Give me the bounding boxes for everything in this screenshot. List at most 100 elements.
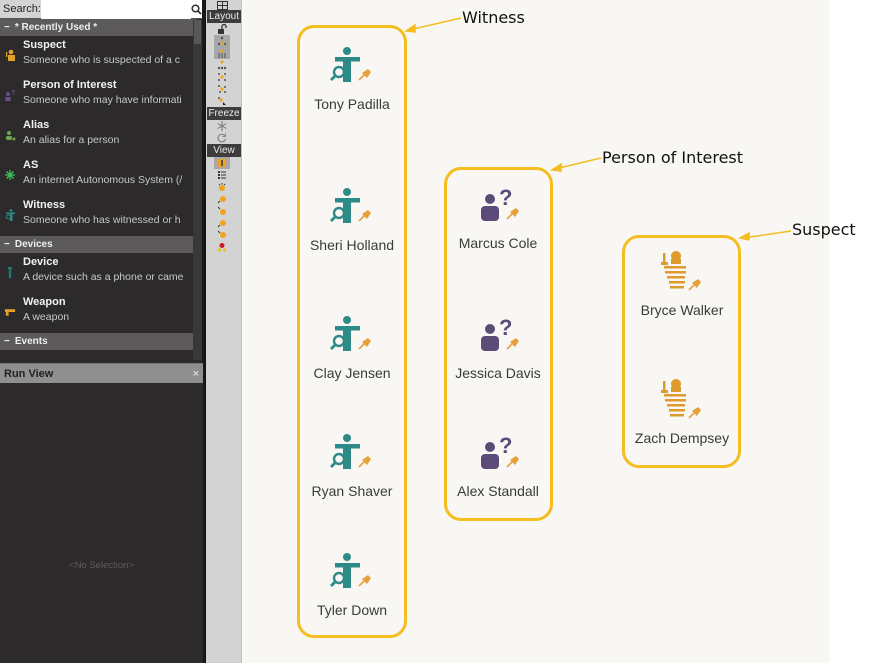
organic-layout-icon	[218, 85, 226, 93]
person-of-interest-icon: ?	[4, 88, 16, 102]
entity-palette: Search: − * Recently Used * Suspect Someo…	[0, 0, 205, 363]
run-view-header: Run View ×	[0, 363, 203, 383]
entity-node-suspect[interactable]: Zach Dempsey	[627, 378, 737, 446]
run-view-title: Run View	[4, 367, 54, 380]
suspect-annotation[interactable]: Suspect	[792, 220, 856, 239]
lock-layout-button[interactable]	[214, 23, 230, 35]
view-incoming-button[interactable]	[214, 193, 230, 205]
witness-arrow	[403, 17, 462, 33]
suspect-icon	[4, 48, 16, 62]
entity-node-person-of-interest[interactable]: Marcus Cole	[443, 183, 553, 251]
node-label: Marcus Cole	[458, 235, 538, 251]
view-list-button[interactable]	[214, 169, 230, 181]
view-outgoing-button[interactable]	[214, 205, 230, 217]
ranked-icon	[218, 183, 226, 191]
close-icon[interactable]: ×	[193, 368, 199, 380]
witness-annotation[interactable]: Witness	[462, 8, 525, 27]
suspect-icon	[627, 378, 737, 428]
node-label: Clay Jensen	[313, 365, 391, 381]
device-icon	[4, 265, 16, 279]
section-header-recently-used[interactable]: − * Recently Used *	[0, 19, 196, 36]
section-header-devices[interactable]: − Devices	[0, 236, 196, 253]
node-label: Jessica Davis	[455, 365, 541, 381]
app-window: Search: − * Recently Used * Suspect Someo…	[0, 0, 870, 663]
search-label: Search:	[0, 0, 41, 18]
palette-item-person-of-interest[interactable]: ? Person of Interest Someone who may hav…	[0, 76, 196, 116]
witness-icon	[4, 208, 16, 222]
search-bar: Search:	[0, 0, 202, 19]
layout-hierarchical-button[interactable]	[214, 35, 230, 47]
collapse-icon: −	[4, 22, 10, 33]
weapon-icon	[4, 305, 16, 319]
palette-item-suspect[interactable]: Suspect Someone who is suspected of a c	[0, 36, 196, 76]
witness-icon	[297, 185, 407, 235]
node-label: Tyler Down	[316, 602, 388, 618]
collapse-icon: −	[4, 336, 10, 347]
entity-node-witness[interactable]: Sheri Holland	[297, 185, 407, 253]
list-view-icon	[218, 171, 226, 179]
collapse-icon: −	[4, 239, 10, 250]
view-bubble-button[interactable]	[214, 241, 230, 253]
node-label: Zach Dempsey	[634, 430, 730, 446]
palette-item-weapon[interactable]: Weapon A weapon	[0, 293, 196, 333]
view-section-header: View	[207, 144, 241, 157]
entity-node-suspect[interactable]: Bryce Walker	[627, 250, 737, 318]
fit-view-button[interactable]	[214, 0, 230, 10]
interactive-layout-icon	[218, 97, 226, 105]
tree-layout-icon	[217, 60, 227, 70]
witness-icon	[297, 431, 407, 481]
view-links-button[interactable]	[214, 217, 230, 229]
bubble-icon	[217, 243, 227, 252]
entity-node-person-of-interest[interactable]: Jessica Davis	[443, 313, 553, 381]
graph-canvas[interactable]: Witness Person of Interest Suspect Tony …	[243, 0, 856, 663]
view-weighted-button[interactable]	[214, 229, 230, 241]
entity-node-witness[interactable]: Tyler Down	[297, 550, 407, 618]
view-entity-button[interactable]	[214, 157, 230, 169]
layout-circular-button[interactable]	[214, 71, 230, 83]
search-icon[interactable]	[191, 0, 202, 19]
links-icon	[217, 220, 226, 228]
layout-block-button[interactable]	[214, 47, 230, 59]
unlock-icon	[218, 24, 227, 34]
entity-node-person-of-interest[interactable]: Alex Standall	[443, 431, 553, 499]
palette-item-as[interactable]: AS An internet Autonomous System (/	[0, 156, 196, 196]
layout-interactive-button[interactable]	[214, 95, 230, 107]
view-ranked-button[interactable]	[214, 181, 230, 193]
entity-node-witness[interactable]: Ryan Shaver	[297, 431, 407, 499]
refresh-button[interactable]	[214, 132, 230, 144]
person-of-interest-annotation[interactable]: Person of Interest	[602, 148, 743, 167]
node-label: Alex Standall	[457, 483, 539, 499]
witness-icon	[297, 313, 407, 363]
freeze-section-header: Freeze	[207, 107, 241, 120]
node-label: Ryan Shaver	[311, 483, 393, 499]
freeze-button[interactable]	[214, 120, 230, 132]
suspect-arrow	[737, 230, 792, 241]
node-label: Sheri Holland	[309, 237, 395, 253]
suspect-icon	[627, 250, 737, 300]
alias-icon	[4, 128, 16, 142]
entity-node-witness[interactable]: Tony Padilla	[297, 44, 407, 112]
person-of-interest-arrow	[549, 157, 602, 172]
grid-icon	[216, 0, 228, 10]
block-layout-icon	[218, 49, 226, 58]
circular-layout-icon	[218, 73, 226, 81]
node-label: Tony Padilla	[314, 96, 390, 112]
palette-item-device[interactable]: Device A device such as a phone or came	[0, 253, 196, 293]
weighted-icon	[217, 230, 226, 238]
refresh-icon	[217, 133, 227, 143]
node-label: Bryce Walker	[640, 302, 724, 318]
witness-icon	[297, 44, 407, 94]
layout-organic-button[interactable]	[214, 83, 230, 95]
palette-item-alias[interactable]: Alias An alias for a person	[0, 116, 196, 156]
no-selection-text: <No Selection>	[69, 560, 134, 571]
entity-node-witness[interactable]: Clay Jensen	[297, 313, 407, 381]
incoming-icon	[217, 196, 226, 204]
palette-item-witness[interactable]: Witness Someone who has witnessed or h	[0, 196, 196, 236]
svg-text:?: ?	[11, 90, 15, 97]
layout-tree-button[interactable]	[214, 59, 230, 71]
person-of-interest-icon	[443, 183, 553, 233]
search-input[interactable]	[40, 0, 191, 19]
snowflake-icon	[217, 121, 227, 131]
section-header-events[interactable]: − Events	[0, 333, 196, 350]
entity-view-icon	[218, 159, 226, 167]
